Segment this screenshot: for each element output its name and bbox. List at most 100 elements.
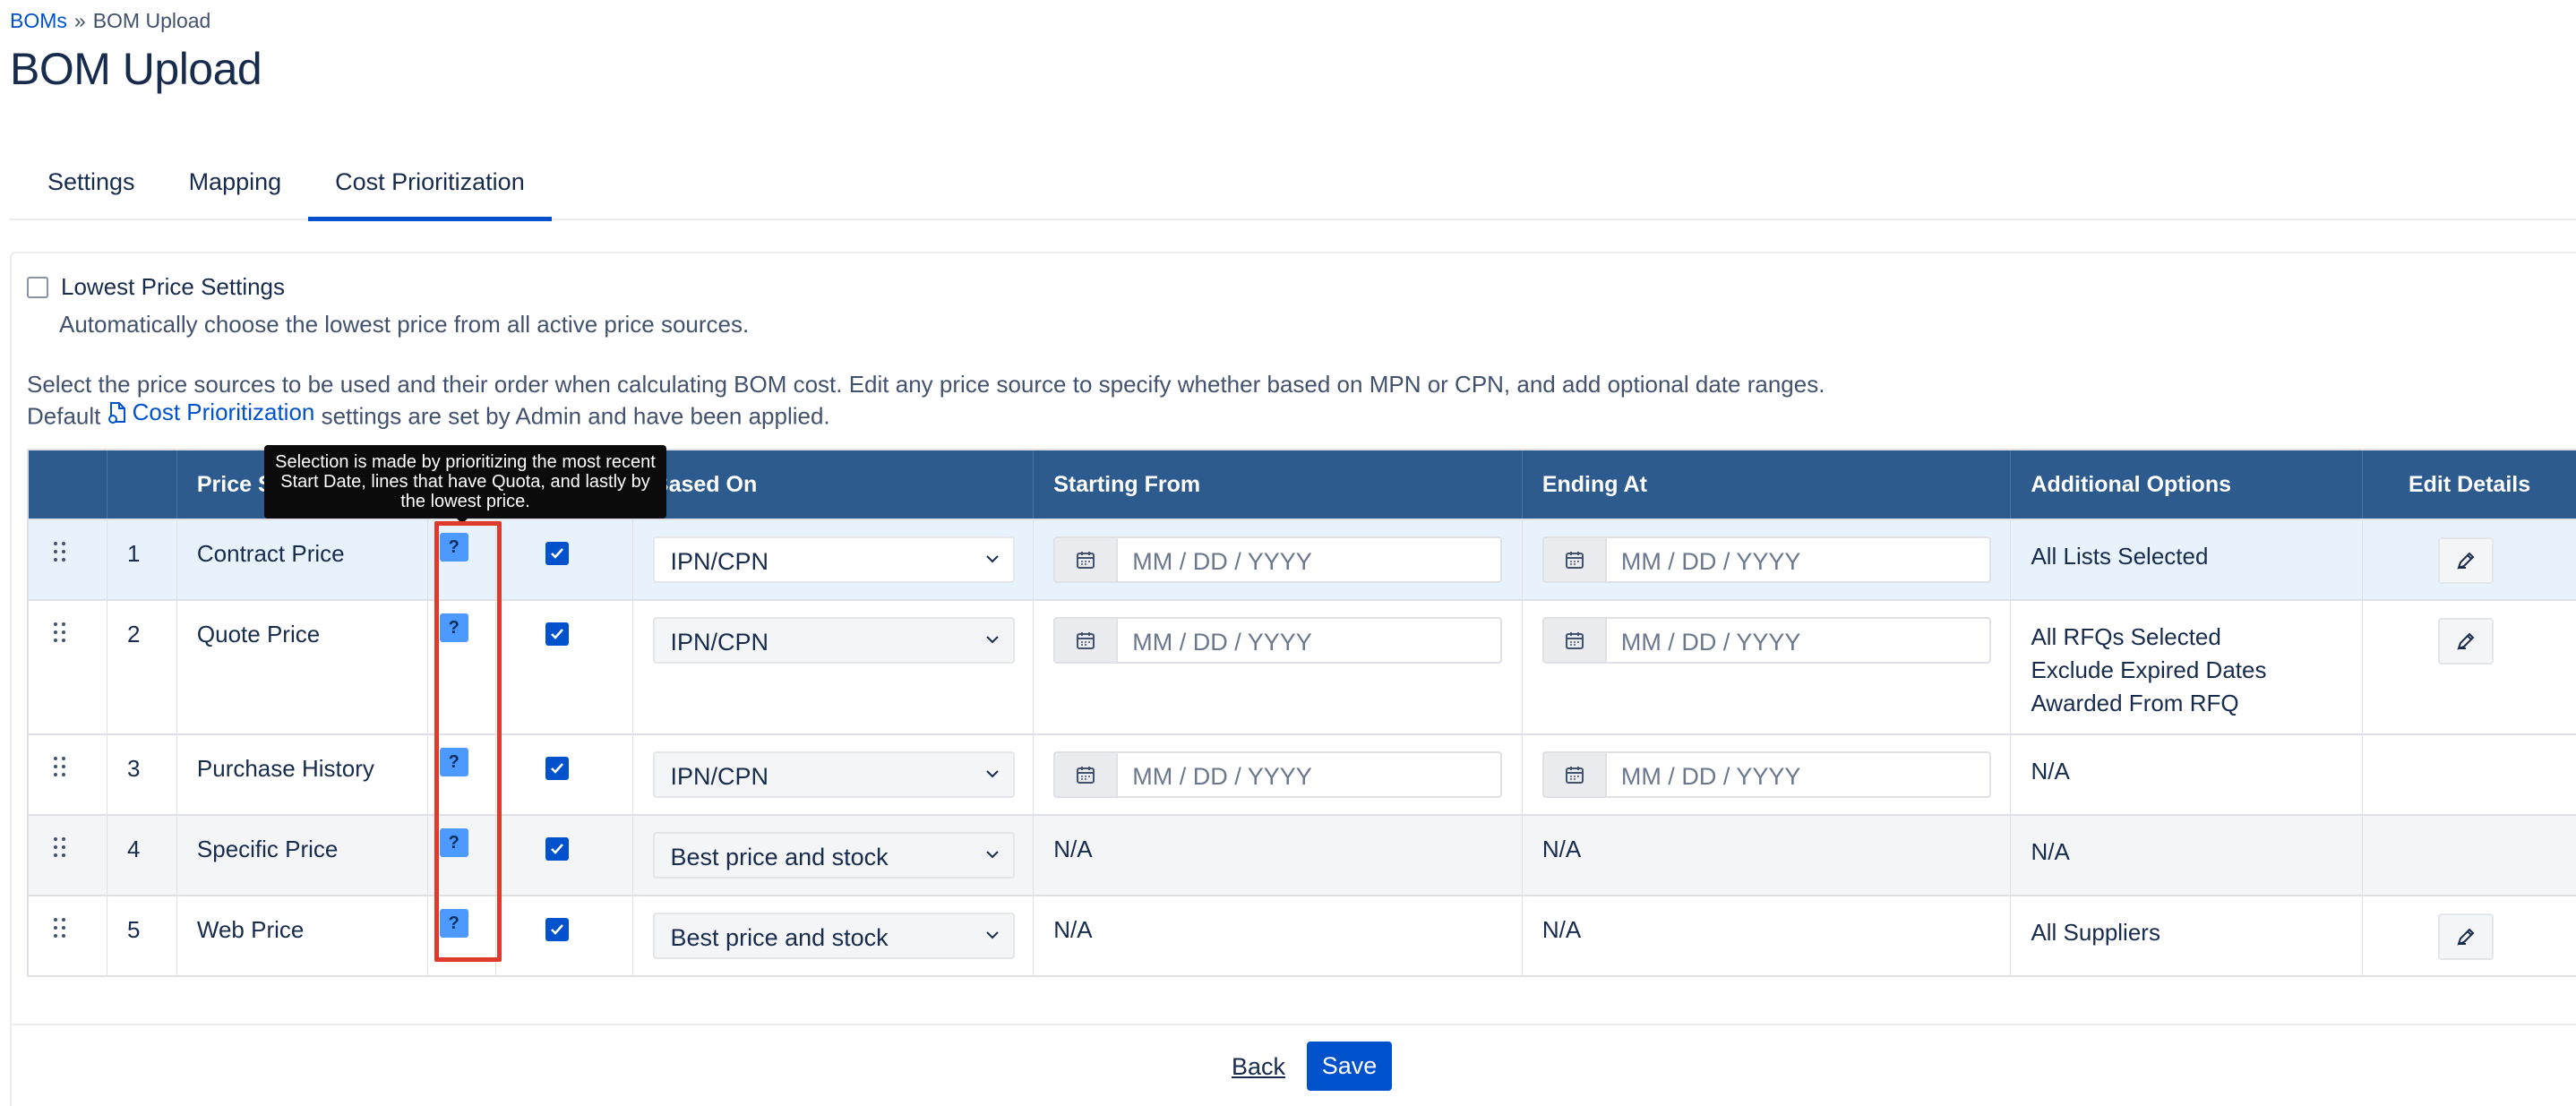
tab-settings[interactable]: Settings <box>10 156 162 220</box>
drag-handle-icon[interactable] <box>54 757 66 778</box>
edit-button[interactable] <box>2438 537 2494 584</box>
row-number: 2 <box>126 621 141 647</box>
based-on-select[interactable]: IPN/CPN <box>652 617 1015 664</box>
end-date-input[interactable]: MM / DD / YYYY <box>1604 617 1991 664</box>
start-date-input[interactable]: MM / DD / YYYY <box>1116 536 1503 583</box>
tab-mapping[interactable]: Mapping <box>162 156 309 220</box>
header-based-on: Based On <box>633 450 1035 519</box>
lowest-price-checkbox[interactable] <box>27 276 48 298</box>
help-icon[interactable]: ? <box>439 613 468 642</box>
based-on-select[interactable]: Best price and stock <box>652 913 1015 959</box>
chevron-down-icon <box>985 770 999 778</box>
tab-cost-prioritization[interactable]: Cost Prioritization <box>308 156 552 221</box>
end-date-value: N/A <box>1541 836 1582 862</box>
calendar-icon <box>1077 632 1095 649</box>
price-source-table: Price S Based On Starting From Ending At… <box>27 449 2576 977</box>
additional-options: All RFQs Selected Exclude Expired Dates Aw… <box>2031 621 2266 720</box>
checkmark-icon <box>550 763 563 774</box>
based-on-select[interactable]: IPN/CPN <box>652 751 1015 798</box>
row-number: 4 <box>126 836 141 862</box>
header-additional-options: Additional Options <box>2011 450 2364 519</box>
table-row: 3 Purchase History ? IPN/CPN MM / DD / Y… <box>29 733 2576 814</box>
start-date-picker[interactable]: MM / DD / YYYY <box>1053 751 1503 798</box>
additional-options: N/A <box>2031 836 2069 869</box>
help-tooltip: Selection is made by prioritizing the mo… <box>264 445 666 519</box>
instructions-suffix: settings are set by Admin and have been … <box>321 402 830 430</box>
start-date-input[interactable]: MM / DD / YYYY <box>1116 751 1503 798</box>
drag-handle-icon[interactable] <box>54 918 66 939</box>
enabled-checkbox[interactable] <box>545 542 569 565</box>
chevron-down-icon <box>985 555 999 563</box>
start-date-picker[interactable]: MM / DD / YYYY <box>1053 617 1503 664</box>
cost-prioritization-link-label: Cost Prioritization <box>132 399 315 425</box>
cost-prioritization-link[interactable]: Cost Prioritization <box>107 399 315 426</box>
chevron-down-icon <box>985 931 999 939</box>
lowest-price-label: Lowest Price Settings <box>61 273 286 300</box>
table-row: 2 Quote Price ? IPN/CPN MM / DD / YYYY M… <box>29 599 2576 733</box>
checkmark-icon <box>550 924 563 935</box>
lowest-price-setting: Lowest Price Settings <box>27 273 285 301</box>
help-icon[interactable]: ? <box>439 533 468 562</box>
breadcrumb-separator: » <box>73 9 86 32</box>
breadcrumb-boms-link[interactable]: BOMs <box>10 9 67 33</box>
option-line: All RFQs Selected <box>2031 623 2221 650</box>
price-source-name: Contract Price <box>196 540 345 567</box>
save-button[interactable]: Save <box>1307 1042 1392 1091</box>
enabled-checkbox[interactable] <box>545 757 569 780</box>
help-icon[interactable]: ? <box>439 909 468 938</box>
option-line: N/A <box>2031 838 2070 865</box>
lowest-price-description: Automatically choose the lowest price fr… <box>59 311 750 338</box>
instructions-prefix: Default <box>27 402 101 430</box>
start-date-picker[interactable]: MM / DD / YYYY <box>1053 536 1503 583</box>
document-link-icon <box>107 401 125 424</box>
based-on-select[interactable]: Best price and stock <box>652 832 1015 879</box>
tooltip-arrow <box>455 517 469 524</box>
row-number: 3 <box>126 755 141 782</box>
chevron-down-icon <box>985 851 999 859</box>
edit-button[interactable] <box>2438 618 2494 664</box>
pencil-icon <box>2457 632 2475 650</box>
table-row: 1 Contract Price ? IPN/CPN MM / DD / YYY… <box>29 519 2576 599</box>
based-on-value: Best price and stock <box>670 924 889 951</box>
drag-handle-icon[interactable] <box>54 837 66 859</box>
pencil-icon <box>2457 552 2475 570</box>
back-link[interactable]: Back <box>1232 1053 1285 1081</box>
start-date-input[interactable]: MM / DD / YYYY <box>1116 617 1503 664</box>
end-date-input[interactable]: MM / DD / YYYY <box>1604 536 1991 583</box>
header-number <box>107 450 177 519</box>
based-on-select[interactable]: IPN/CPN <box>652 536 1015 583</box>
drag-handle-icon[interactable] <box>54 622 66 644</box>
based-on-value: IPN/CPN <box>670 763 769 790</box>
additional-options: N/A <box>2031 755 2069 788</box>
enabled-checkbox[interactable] <box>545 837 569 861</box>
checkmark-icon <box>550 629 563 639</box>
based-on-value: IPN/CPN <box>670 629 769 656</box>
price-source-name: Quote Price <box>196 621 321 647</box>
price-source-name: Web Price <box>196 916 305 943</box>
tab-bar: Settings Mapping Cost Prioritization <box>10 156 2576 221</box>
enabled-checkbox[interactable] <box>545 918 569 941</box>
row-number: 5 <box>126 916 141 943</box>
option-line: Awarded From RFQ <box>2031 690 2239 716</box>
end-date-picker[interactable]: MM / DD / YYYY <box>1541 617 1991 664</box>
help-icon[interactable]: ? <box>439 748 468 776</box>
calendar-icon <box>1077 552 1095 569</box>
chevron-down-icon <box>985 636 999 644</box>
end-date-picker[interactable]: MM / DD / YYYY <box>1541 751 1991 798</box>
instructions: Select the price sources to be used and … <box>27 371 1825 431</box>
checkmark-icon <box>550 844 563 854</box>
start-date-value: N/A <box>1053 916 1093 943</box>
drag-handle-icon[interactable] <box>54 542 66 563</box>
enabled-checkbox[interactable] <box>545 622 569 646</box>
price-source-name: Specific Price <box>196 836 339 862</box>
based-on-value: Best price and stock <box>670 844 889 870</box>
help-icon[interactable]: ? <box>439 828 468 857</box>
end-date-input[interactable]: MM / DD / YYYY <box>1604 751 1991 798</box>
edit-button[interactable] <box>2438 913 2494 960</box>
page-title: BOM Upload <box>10 44 262 94</box>
option-line: Exclude Expired Dates <box>2031 656 2267 683</box>
instructions-line1: Select the price sources to be used and … <box>27 371 1825 398</box>
row-number: 1 <box>126 540 141 567</box>
end-date-picker[interactable]: MM / DD / YYYY <box>1541 536 1991 583</box>
price-source-name: Purchase History <box>196 755 374 782</box>
